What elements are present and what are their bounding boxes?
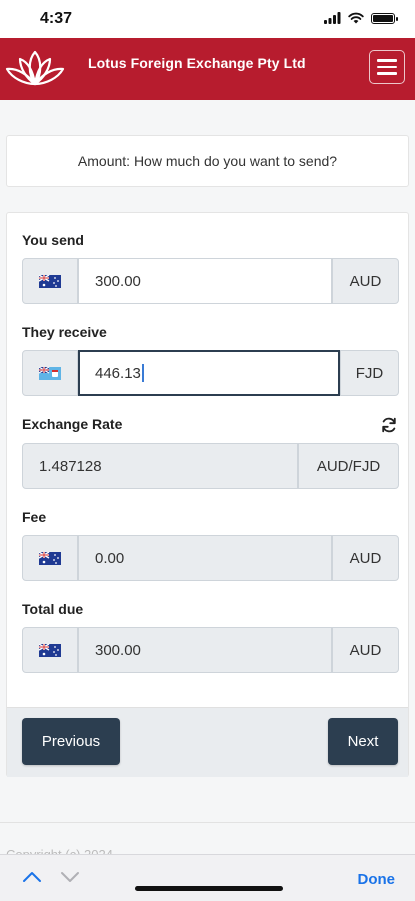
- they-receive-input[interactable]: 446.13: [78, 350, 340, 396]
- you-send-currency: AUD: [332, 258, 399, 304]
- australia-flag-icon: [39, 551, 61, 565]
- lotus-logo-icon: [5, 50, 65, 86]
- total-due-row: 300.00 AUD: [22, 627, 399, 673]
- australia-flag-icon: [39, 274, 61, 288]
- they-receive-currency: FJD: [340, 350, 399, 396]
- exchange-rate-row: 1.487128 AUD/FJD: [22, 443, 399, 489]
- signal-icon: [324, 12, 341, 24]
- status-bar: 4:37: [0, 0, 415, 38]
- they-receive-label: They receive: [22, 324, 107, 340]
- fee-label: Fee: [22, 509, 47, 525]
- status-time: 4:37: [40, 10, 73, 27]
- total-due-label: Total due: [22, 601, 84, 617]
- chevron-up-icon[interactable]: [22, 871, 42, 883]
- you-send-input[interactable]: 300.00: [78, 258, 332, 304]
- refresh-icon[interactable]: [380, 416, 398, 434]
- exchange-rate-label: Exchange Rate: [22, 416, 123, 432]
- home-indicator: [135, 886, 283, 891]
- total-due-value: 300.00: [78, 627, 332, 673]
- form-actions: Previous Next: [7, 707, 408, 777]
- exchange-rate-value: 1.487128: [22, 443, 298, 489]
- total-due-flag: [22, 627, 78, 673]
- fee-currency: AUD: [332, 535, 399, 581]
- step-question: Amount: How much do you want to send?: [6, 135, 409, 187]
- they-receive-flag: [22, 350, 78, 396]
- battery-icon: [371, 12, 398, 24]
- fee-value: 0.00: [78, 535, 332, 581]
- they-receive-row: 446.13 FJD: [22, 350, 399, 396]
- menu-button[interactable]: [369, 50, 405, 84]
- amount-form-card: You send 300.00 AUD They receive 446.13 …: [6, 212, 409, 777]
- text-caret: [141, 364, 144, 382]
- previous-button[interactable]: Previous: [22, 718, 120, 765]
- exchange-rate-pair: AUD/FJD: [298, 443, 399, 489]
- app-header: Lotus Foreign Exchange Pty Ltd: [0, 38, 415, 100]
- total-due-currency: AUD: [332, 627, 399, 673]
- hamburger-icon-line: [377, 72, 397, 75]
- chevron-down-icon[interactable]: [60, 871, 80, 883]
- keyboard-accessory-bar: Done: [0, 854, 415, 901]
- wifi-icon: [348, 12, 364, 24]
- brand-name: Lotus Foreign Exchange Pty Ltd: [88, 55, 306, 71]
- page-body: Amount: How much do you want to send? Yo…: [0, 100, 415, 900]
- hamburger-icon-line: [377, 65, 397, 69]
- australia-flag-icon: [39, 643, 61, 657]
- done-button[interactable]: Done: [358, 871, 396, 888]
- you-send-label: You send: [22, 232, 84, 248]
- next-button[interactable]: Next: [328, 718, 398, 765]
- hamburger-icon-line: [377, 59, 397, 62]
- you-send-row: 300.00 AUD: [22, 258, 399, 304]
- fee-row: 0.00 AUD: [22, 535, 399, 581]
- they-receive-value: 446.13: [95, 364, 141, 382]
- fee-flag: [22, 535, 78, 581]
- you-send-flag: [22, 258, 78, 304]
- fiji-flag-icon: [39, 366, 61, 380]
- footer-divider: [0, 822, 415, 823]
- status-icons: [324, 12, 398, 24]
